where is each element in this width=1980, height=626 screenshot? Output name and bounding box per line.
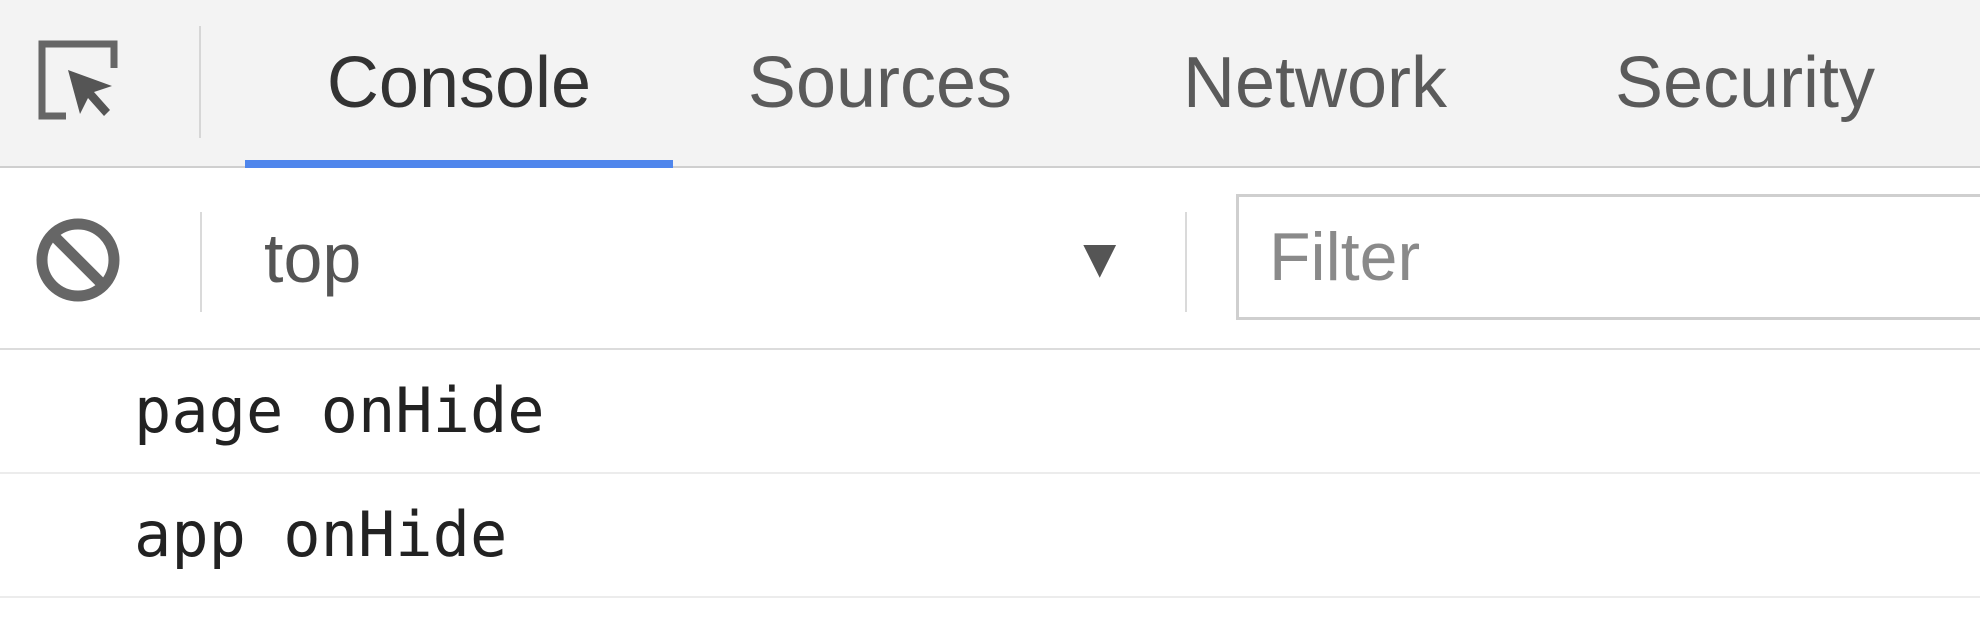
devtools-tabbar: Console Sources Network Security (0, 0, 1980, 168)
dropdown-arrow-icon: ▼ (1072, 226, 1128, 289)
inspect-element-icon (38, 40, 118, 120)
execution-context-value: top (264, 219, 362, 297)
active-tab-indicator (245, 160, 673, 168)
console-message[interactable]: page onHide (0, 350, 1980, 474)
console-message[interactable]: app onHide (0, 474, 1980, 598)
toolbar-separator (1185, 212, 1187, 312)
tabbar-separator (199, 26, 201, 138)
tab-console[interactable]: Console (245, 0, 673, 166)
clear-console-icon (36, 218, 120, 302)
console-messages: page onHide app onHide (0, 350, 1980, 598)
clear-console-button[interactable] (30, 212, 126, 308)
console-toolbar: top ▼ (0, 168, 1980, 350)
filter-input[interactable] (1236, 194, 1980, 320)
execution-context-select[interactable]: top ▼ (232, 198, 1132, 318)
inspect-element-button[interactable] (32, 34, 128, 130)
console-message-text: app onHide (134, 498, 508, 571)
tab-security[interactable]: Security (1585, 0, 1905, 166)
devtools-panel: Console Sources Network Security top ▼ p… (0, 0, 1980, 626)
console-message-text: page onHide (134, 374, 545, 447)
toolbar-separator (200, 212, 202, 312)
tab-sources[interactable]: Sources (720, 0, 1040, 166)
tab-network[interactable]: Network (1150, 0, 1480, 166)
